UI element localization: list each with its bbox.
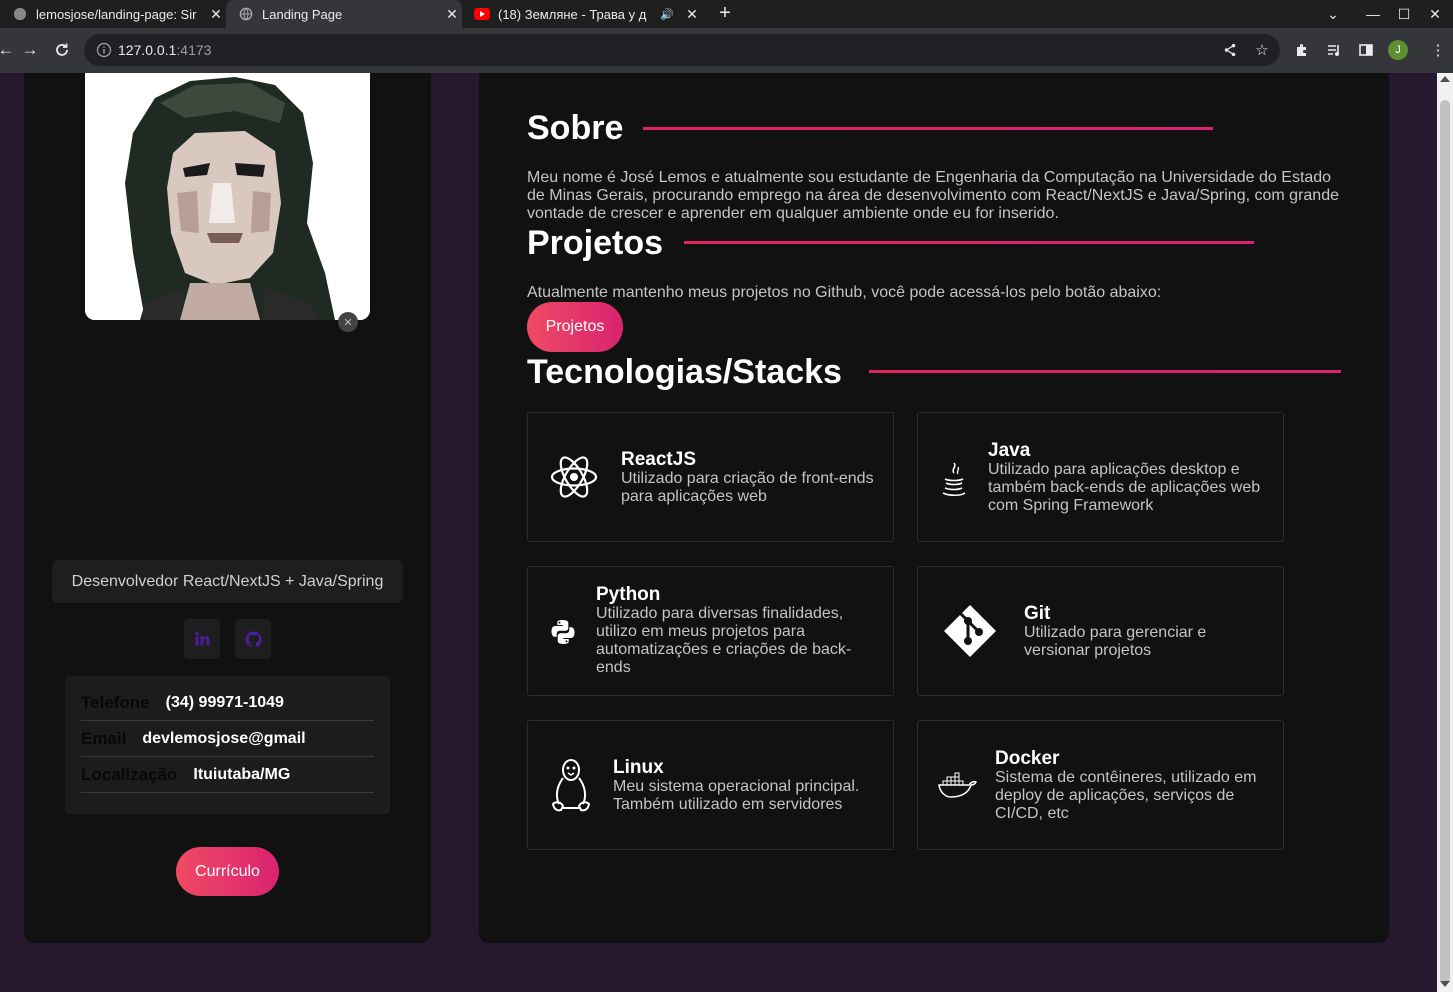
scrollbar-thumb[interactable] — [1440, 100, 1450, 984]
github-icon — [245, 631, 262, 647]
phone-value: (34) 99971-1049 — [165, 693, 284, 711]
role-badge: Desenvolvedor React/NextJS + Java/Spring — [52, 560, 403, 603]
location-value: Ituiutaba/MG — [193, 765, 291, 783]
tab-title: (18) Земляне - Трава у д — [498, 6, 647, 22]
reload-icon[interactable] — [50, 38, 74, 62]
contact-row-location: Localização Ituiutaba/MG — [81, 757, 374, 793]
java-icon — [938, 459, 970, 499]
audio-playing-icon[interactable]: 🔊 — [660, 8, 674, 21]
section-title-stacks: Tecnologias/Stacks — [527, 353, 842, 391]
stack-card-docker: Docker Sistema de contêineres, utilizado… — [917, 720, 1284, 850]
close-tab-icon[interactable]: ✕ — [442, 6, 462, 23]
tab-youtube[interactable]: (18) Земляне - Трава у д 🔊 ✕ — [462, 0, 702, 28]
contact-label: Localização — [81, 764, 178, 784]
tab-github[interactable]: lemosjose/landing-page: Sir ✕ — [0, 0, 226, 28]
scroll-down-arrow-icon[interactable] — [1440, 981, 1450, 987]
stack-card-text: Docker Sistema de contêineres, utilizado… — [995, 749, 1275, 823]
stack-card-python: Python Utilizado para diversas finalidad… — [527, 566, 894, 696]
github-button[interactable] — [235, 619, 271, 659]
profile-photo — [85, 73, 370, 320]
react-icon — [548, 451, 600, 503]
stack-card-linux: Linux Meu sistema operacional principal.… — [527, 720, 894, 850]
browser-toolbar: ← → 127.0.0.1:4173 ☆ J ⋮ — [0, 28, 1453, 73]
youtube-favicon-icon — [474, 6, 490, 22]
stack-card-text: Java Utilizado para aplicações desktop e… — [988, 441, 1273, 515]
address-bar[interactable]: 127.0.0.1:4173 ☆ — [84, 34, 1280, 66]
maximize-icon[interactable]: ☐ — [1389, 0, 1419, 28]
stack-name: Java — [988, 440, 1031, 461]
section-title-divider — [684, 241, 1254, 244]
globe-favicon-icon — [238, 6, 254, 22]
stack-card-git: Git Utilizado para gerenciar e versionar… — [917, 566, 1284, 696]
docker-icon — [936, 769, 978, 801]
section-title-projects: Projetos — [527, 224, 664, 262]
stack-name: Linux — [613, 757, 664, 778]
stack-card-text: Git Utilizado para gerenciar e versionar… — [1024, 604, 1274, 660]
menu-kebab-icon[interactable]: ⋮ — [1428, 40, 1448, 60]
linkedin-icon — [195, 632, 210, 646]
new-tab-button[interactable]: + — [714, 2, 736, 24]
tab-search-chevron-icon[interactable]: ⌄ — [1318, 0, 1348, 28]
browser-tab-bar: lemosjose/landing-page: Sir ✕ Landing Pa… — [0, 0, 1453, 28]
bookmark-star-icon[interactable]: ☆ — [1252, 40, 1272, 60]
scroll-up-arrow-icon[interactable] — [1440, 76, 1450, 82]
share-icon[interactable] — [1220, 40, 1240, 60]
stack-card-text: Linux Meu sistema operacional principal.… — [613, 758, 883, 814]
side-panel-icon[interactable] — [1356, 40, 1376, 60]
linkedin-button[interactable] — [184, 619, 220, 659]
projects-button[interactable]: Projetos — [527, 302, 623, 352]
contact-label: Email — [81, 728, 127, 748]
minimize-icon[interactable]: — — [1358, 0, 1388, 28]
stack-name: Python — [596, 584, 661, 605]
tab-landing-page[interactable]: Landing Page ✕ — [226, 0, 462, 28]
contact-info-box: Telefone (34) 99971-1049 Email devlemosj… — [65, 676, 390, 814]
photo-toggle-icon[interactable]: ✕ — [338, 312, 358, 332]
section-title-divider — [869, 370, 1341, 373]
stack-name: Docker — [995, 748, 1060, 769]
stack-description: Sistema de contêineres, utilizado em dep… — [995, 769, 1257, 822]
site-info-icon[interactable] — [96, 42, 112, 58]
stack-card-java: Java Utilizado para aplicações desktop e… — [917, 412, 1284, 542]
stack-description: Utilizado para criação de front-ends par… — [621, 470, 874, 505]
profile-sidebar: ✕ Desenvolvedor React/NextJS + Java/Spri… — [24, 73, 431, 943]
media-controls-icon[interactable] — [1324, 40, 1344, 60]
stack-card-reactjs: ReactJS Utilizado para criação de front-… — [527, 412, 894, 542]
stack-card-text: ReactJS Utilizado para criação de front-… — [621, 450, 881, 506]
stack-description: Utilizado para gerenciar e versionar pro… — [1024, 624, 1207, 659]
stack-description: Utilizado para aplicações desktop e tamb… — [988, 461, 1261, 514]
main-content-panel: Sobre Meu nome é José Lemos e atualmente… — [479, 73, 1389, 943]
contact-row-phone: Telefone (34) 99971-1049 — [81, 685, 374, 721]
extensions-icon[interactable] — [1292, 40, 1312, 60]
python-icon — [548, 617, 578, 647]
section-title-divider — [643, 127, 1213, 130]
stack-card-text: Python Utilizado para diversas finalidad… — [596, 585, 866, 677]
stack-name: ReactJS — [621, 449, 696, 470]
close-window-icon[interactable]: ✕ — [1420, 0, 1450, 28]
contact-label: Telefone — [81, 692, 150, 712]
forward-arrow-icon[interactable]: → — [18, 38, 42, 62]
close-tab-icon[interactable]: ✕ — [682, 6, 702, 23]
section-title-about: Sobre — [527, 109, 624, 147]
stack-description: Utilizado para diversas finalidades, uti… — [596, 605, 852, 676]
profile-avatar[interactable]: J — [1388, 40, 1408, 60]
linux-icon — [548, 757, 594, 813]
about-text: Meu nome é José Lemos e atualmente sou e… — [527, 169, 1339, 222]
github-favicon-icon — [12, 6, 28, 22]
url-text: 127.0.0.1:4173 — [118, 42, 212, 58]
stack-description: Meu sistema operacional principal. També… — [613, 778, 860, 813]
projects-text: Atualmente mantenho meus projetos no Git… — [527, 284, 1162, 301]
tab-title: lemosjose/landing-page: Sir — [36, 6, 197, 22]
stack-name: Git — [1024, 603, 1051, 624]
close-tab-icon[interactable]: ✕ — [206, 6, 226, 23]
back-arrow-icon[interactable]: ← — [0, 38, 18, 62]
git-icon — [942, 603, 998, 659]
tab-title: Landing Page — [262, 6, 343, 22]
contact-row-email: Email devlemosjose@gmail — [81, 721, 374, 757]
email-value: devlemosjose@gmail — [142, 729, 306, 747]
curriculum-button[interactable]: Currículo — [176, 847, 279, 896]
